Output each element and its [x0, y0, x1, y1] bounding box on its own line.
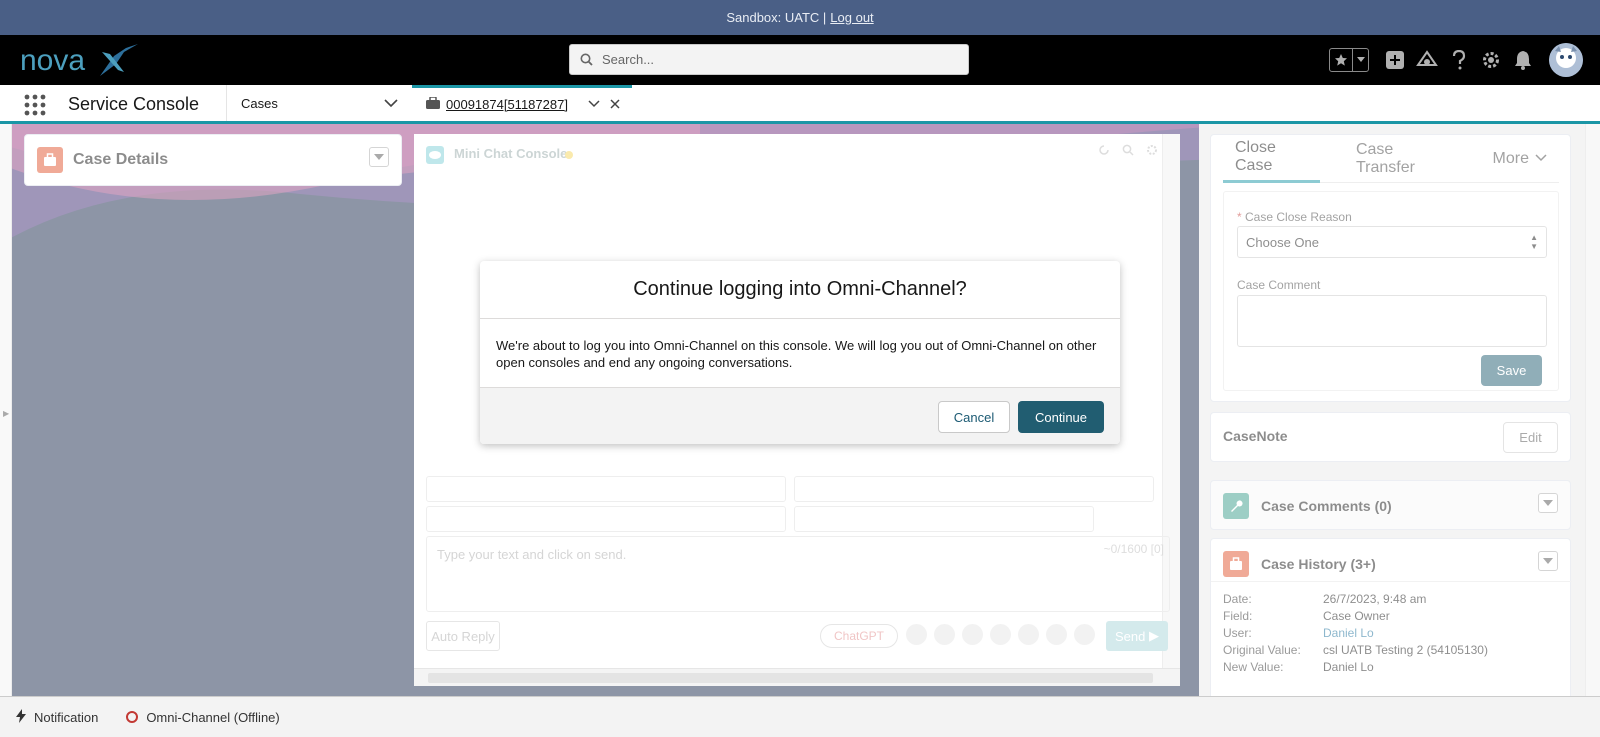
utility-omni-channel[interactable]: Omni-Channel (Offline)	[126, 709, 280, 725]
notification-label: Notification	[34, 709, 99, 725]
global-header: nova Search...	[0, 35, 1600, 85]
close-icon[interactable]	[610, 97, 620, 112]
omni-channel-label: Omni-Channel (Offline)	[146, 709, 280, 725]
record-tab-label[interactable]: 00091874[51187287]	[446, 97, 568, 112]
modal-footer: Cancel Continue	[480, 387, 1120, 444]
trailhead-icon[interactable]	[1415, 48, 1439, 72]
modal-title: Continue logging into Omni-Channel?	[480, 261, 1120, 319]
utility-bar: Notification Omni-Channel (Offline)	[0, 696, 1600, 737]
cancel-button[interactable]: Cancel	[938, 401, 1010, 433]
omni-channel-modal: Continue logging into Omni-Channel? We'r…	[480, 261, 1120, 444]
object-tab-cases[interactable]: Cases	[226, 85, 410, 121]
search-placeholder: Search...	[602, 52, 655, 67]
favorites-star-icon[interactable]	[1330, 49, 1352, 71]
global-create-icon[interactable]	[1383, 48, 1407, 72]
lightning-icon	[16, 708, 26, 726]
briefcase-icon	[426, 96, 440, 112]
sandbox-banner: Sandbox: UATC | Log out	[0, 0, 1600, 35]
chevron-down-icon[interactable]	[384, 96, 398, 111]
app-logo: nova	[18, 40, 158, 80]
continue-button[interactable]: Continue	[1018, 401, 1104, 433]
chevron-down-icon[interactable]	[588, 97, 600, 112]
search-icon	[580, 52, 596, 68]
offline-status-icon	[126, 711, 139, 723]
sandbox-label: Sandbox: UATC |	[726, 10, 827, 25]
record-tab[interactable]: 00091874[51187287]	[412, 85, 632, 121]
notifications-bell-icon[interactable]	[1511, 48, 1535, 72]
help-icon[interactable]	[1447, 48, 1471, 72]
console-nav-bar: Service Console Cases 00091874[51187287]	[0, 85, 1600, 124]
modal-body: We're about to log you into Omni-Channel…	[496, 338, 1097, 370]
utility-notification[interactable]: Notification	[16, 708, 99, 726]
setup-gear-icon[interactable]	[1479, 48, 1503, 72]
app-name: Service Console	[68, 94, 200, 114]
global-search-input[interactable]: Search...	[569, 44, 969, 75]
favorites-control[interactable]	[1329, 48, 1369, 72]
object-tab-label: Cases	[241, 95, 278, 111]
user-avatar[interactable]	[1549, 43, 1583, 77]
app-launcher-icon[interactable]	[24, 94, 46, 116]
logout-link[interactable]: Log out	[830, 10, 873, 25]
svg-text:nova: nova	[20, 44, 85, 77]
favorites-dropdown-icon[interactable]	[1352, 49, 1368, 71]
